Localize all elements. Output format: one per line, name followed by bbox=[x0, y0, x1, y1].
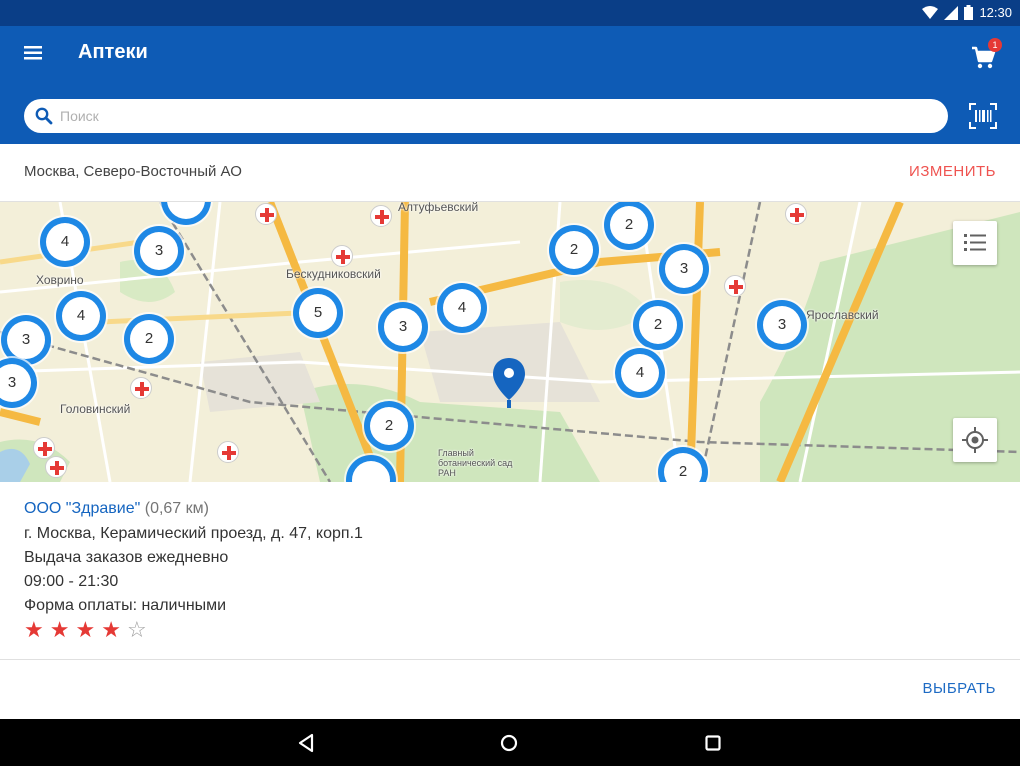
star-empty-icon: ☆ bbox=[126, 618, 147, 643]
app-bar: Аптеки 1 bbox=[0, 26, 1020, 144]
pharmacy-cluster[interactable]: 5 bbox=[293, 288, 343, 338]
location-text: Москва, Северо-Восточный АО bbox=[24, 163, 242, 180]
pharmacy-marker[interactable] bbox=[255, 203, 277, 225]
crosshair-icon bbox=[962, 427, 988, 453]
pharmacy-cluster[interactable]: 4 bbox=[615, 348, 665, 398]
status-bar: 12:30 bbox=[0, 0, 1020, 26]
map-label: Бескудниковский bbox=[286, 267, 381, 281]
pharmacy-details[interactable]: ООО "Здравие" (0,67 км) г. Москва, Керам… bbox=[0, 482, 1020, 660]
star-filled-icon: ★ bbox=[49, 618, 70, 643]
status-time: 12:30 bbox=[979, 5, 1012, 20]
cart-badge: 1 bbox=[988, 38, 1002, 52]
wifi-icon bbox=[922, 5, 939, 19]
map-label: Ярославский bbox=[806, 308, 879, 322]
pharmacy-name[interactable]: ООО "Здравие" bbox=[24, 500, 140, 517]
pharmacy-cluster[interactable]: 3 bbox=[757, 300, 807, 350]
map-label: Ховрино bbox=[36, 273, 84, 287]
battery-icon bbox=[964, 5, 974, 20]
search-bar[interactable] bbox=[24, 99, 948, 133]
back-icon[interactable] bbox=[292, 729, 320, 757]
star-filled-icon: ★ bbox=[24, 618, 44, 643]
pharmacy-marker[interactable] bbox=[45, 456, 67, 478]
map-label: Головинский bbox=[60, 402, 131, 416]
cart-button[interactable]: 1 bbox=[968, 38, 1002, 72]
list-view-button[interactable] bbox=[953, 221, 997, 265]
pharmacy-marker[interactable] bbox=[130, 377, 152, 399]
barcode-scan-icon[interactable] bbox=[968, 102, 998, 130]
pharmacy-distance: (0,67 км) bbox=[144, 500, 209, 517]
pharmacy-cluster[interactable]: 2 bbox=[604, 202, 654, 250]
map-label: Главный ботанический сад РАН bbox=[438, 448, 513, 478]
menu-icon[interactable] bbox=[16, 40, 48, 66]
selected-location-pin-icon[interactable] bbox=[492, 356, 526, 412]
pharmacy-cluster[interactable]: 2 bbox=[549, 225, 599, 275]
pharmacy-cluster[interactable]: 3 bbox=[378, 302, 428, 352]
pharmacy-marker[interactable] bbox=[217, 441, 239, 463]
action-row: ВЫБРАТЬ bbox=[0, 661, 1020, 719]
pharmacy-marker[interactable] bbox=[785, 203, 807, 225]
recents-icon[interactable] bbox=[699, 729, 727, 757]
pharmacy-marker[interactable] bbox=[724, 275, 746, 297]
pharmacy-cluster[interactable]: 3 bbox=[134, 226, 184, 276]
star-filled-icon: ★ bbox=[75, 618, 96, 643]
pharmacy-marker[interactable] bbox=[370, 205, 392, 227]
select-pharmacy-button[interactable]: ВЫБРАТЬ bbox=[923, 680, 996, 697]
pharmacy-marker[interactable] bbox=[331, 245, 353, 267]
my-location-button[interactable] bbox=[953, 418, 997, 462]
search-icon bbox=[35, 107, 53, 125]
pharmacy-cluster[interactable]: 2 bbox=[124, 314, 174, 364]
pharmacy-cluster[interactable]: 4 bbox=[437, 283, 487, 333]
location-row: Москва, Северо-Восточный АО ИЗМЕНИТЬ bbox=[0, 144, 1020, 202]
home-icon[interactable] bbox=[495, 729, 523, 757]
pharmacy-delivery: Выдача заказов ежедневно bbox=[24, 549, 229, 566]
pharmacy-hours: 09:00 - 21:30 bbox=[24, 573, 119, 590]
signal-icon bbox=[944, 5, 959, 20]
system-nav-bar bbox=[0, 719, 1020, 766]
pharmacy-payment: Форма оплаты: наличными bbox=[24, 597, 227, 614]
pharmacy-address: г. Москва, Керамический проезд, д. 47, к… bbox=[24, 525, 363, 542]
pharmacy-cluster[interactable]: 2 bbox=[364, 401, 414, 451]
rating-stars: ★ ★ ★ ★ ☆ bbox=[24, 620, 147, 642]
search-input[interactable] bbox=[60, 99, 930, 133]
list-icon bbox=[964, 234, 986, 251]
pharmacy-title-line: ООО "Здравие" (0,67 км) bbox=[24, 500, 209, 518]
map-view[interactable]: Алтуфьевский Бескудниковский Ховрино Гол… bbox=[0, 202, 1020, 482]
page-title: Аптеки bbox=[78, 41, 148, 63]
app-screen: 12:30 Аптеки 1 Поиск Москва, Северо-Вост… bbox=[0, 0, 1020, 766]
pharmacy-cluster[interactable]: 3 bbox=[659, 244, 709, 294]
map-label: Алтуфьевский bbox=[398, 202, 479, 214]
pharmacy-cluster[interactable]: 4 bbox=[40, 217, 90, 267]
change-location-button[interactable]: ИЗМЕНИТЬ bbox=[909, 163, 996, 180]
pharmacy-cluster[interactable]: 2 bbox=[633, 300, 683, 350]
pharmacy-cluster[interactable]: 4 bbox=[56, 291, 106, 341]
star-filled-icon: ★ bbox=[101, 618, 121, 643]
